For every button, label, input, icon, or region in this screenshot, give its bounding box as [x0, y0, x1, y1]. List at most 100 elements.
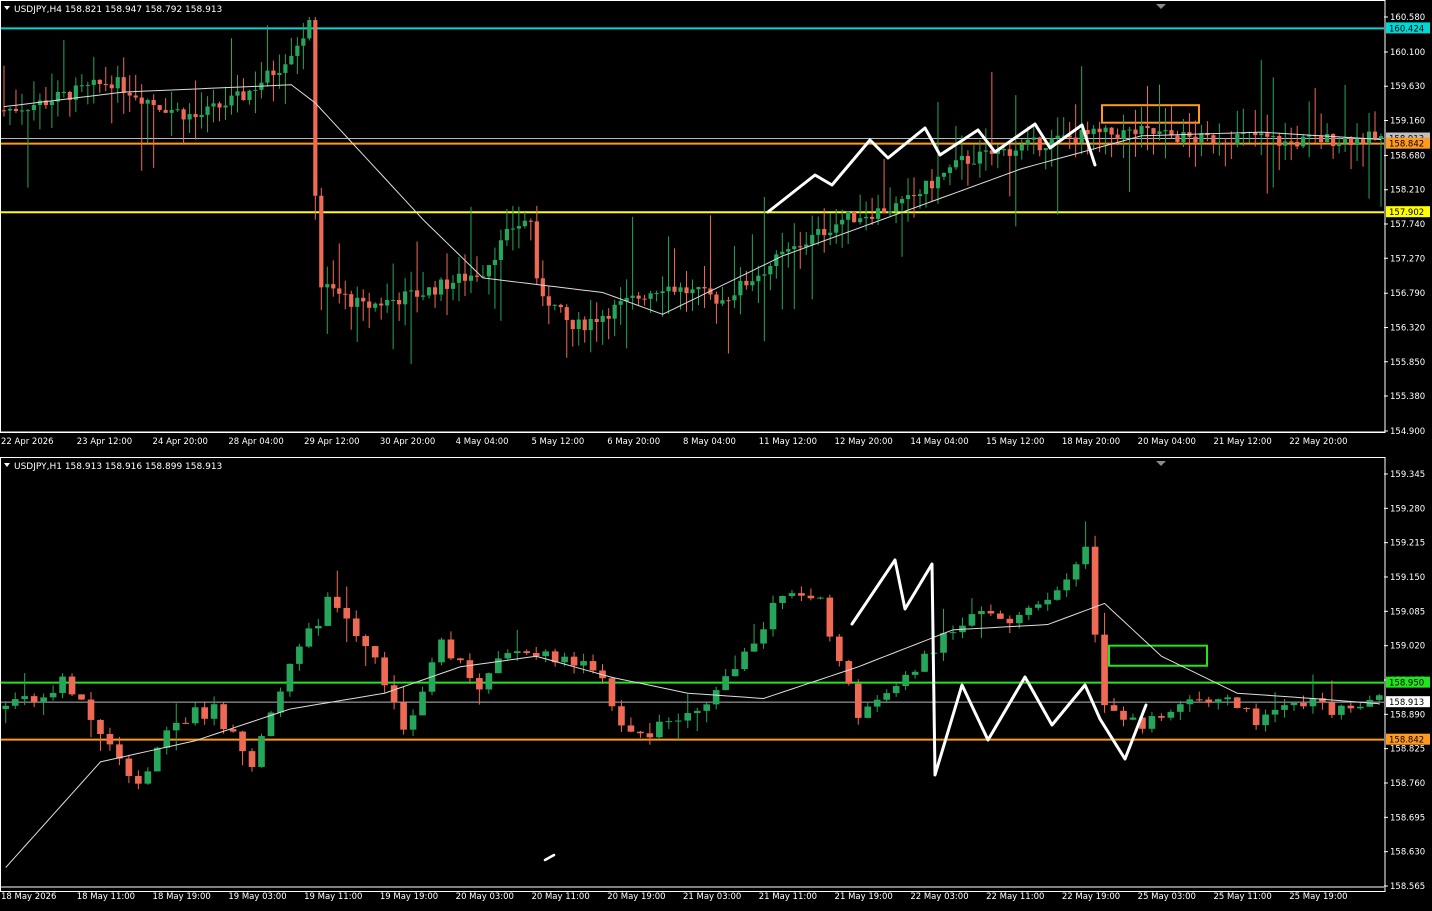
candle: [612, 299, 617, 337]
candle: [892, 683, 900, 697]
candle: [239, 730, 246, 766]
candle: [139, 84, 144, 171]
candle: [873, 695, 881, 712]
chart-menu-triangle-icon[interactable]: [4, 463, 10, 467]
candle: [271, 60, 276, 102]
candle: [845, 659, 853, 686]
candle: [1072, 561, 1080, 587]
candle: [367, 292, 372, 329]
x-tick-label: 12 May 20:00: [835, 437, 893, 447]
candle: [362, 634, 370, 666]
candle: [21, 673, 28, 706]
candle: [1079, 66, 1084, 155]
target-box[interactable]: [1108, 644, 1208, 667]
candle: [608, 676, 616, 712]
candle: [450, 275, 456, 301]
x-tick-label: 21 May 11:00: [759, 892, 817, 902]
candle: [25, 108, 31, 188]
y-tick-label: 159.280: [1390, 504, 1425, 514]
y-tick-label: 160.580: [1390, 13, 1425, 23]
y-tick-label: 156.790: [1390, 289, 1425, 299]
candle: [714, 291, 719, 324]
candle: [769, 595, 777, 637]
candle: [1319, 692, 1326, 710]
candle: [627, 717, 635, 733]
candle: [1109, 127, 1114, 158]
candle: [420, 271, 426, 301]
candle: [1283, 122, 1288, 160]
candle: [741, 647, 748, 672]
candle: [774, 250, 779, 279]
candle: [59, 673, 66, 699]
candle: [1217, 123, 1222, 156]
candle: [444, 253, 450, 315]
candle: [43, 86, 48, 109]
candle: [169, 91, 174, 136]
candle: [822, 208, 827, 253]
x-tick-label: 22 May 03:00: [910, 892, 968, 902]
candle: [229, 38, 234, 115]
y-tick-label: 156.320: [1390, 324, 1425, 334]
candle: [253, 71, 258, 114]
shift-marker-icon[interactable]: [1156, 4, 1166, 9]
candle: [606, 308, 611, 340]
candle: [419, 686, 426, 716]
candle: [125, 756, 133, 784]
y-tick-label: 158.695: [1390, 813, 1425, 823]
candle: [564, 304, 569, 358]
candle: [816, 216, 821, 246]
candle: [1252, 703, 1260, 730]
chart-menu-triangle-icon[interactable]: [4, 6, 10, 10]
candle: [674, 713, 682, 742]
candle: [385, 283, 390, 313]
candle: [1019, 139, 1024, 160]
candle: [589, 654, 597, 674]
candle: [163, 98, 168, 114]
candle: [1148, 711, 1156, 733]
h1-chart-pane[interactable]: 159.345 159.280 159.215 159.150 159.085 159.0…: [0, 457, 1432, 911]
candle: [333, 570, 341, 613]
candle: [305, 622, 313, 648]
candle: [762, 197, 767, 342]
candle: [630, 216, 635, 310]
candle: [61, 40, 66, 98]
candle: [106, 727, 114, 751]
target-box[interactable]: [1101, 104, 1200, 124]
shift-marker-icon[interactable]: [1156, 461, 1166, 466]
candle: [97, 79, 102, 93]
candle: [750, 234, 755, 291]
candle: [1158, 713, 1165, 721]
candle: [732, 246, 737, 309]
candle: [1262, 709, 1269, 732]
y-tick-label: 154.900: [1390, 427, 1425, 437]
candle: [492, 247, 498, 309]
candle: [760, 621, 767, 649]
drawing-mark[interactable]: [543, 853, 556, 862]
candle: [779, 595, 786, 610]
candle: [1091, 535, 1099, 643]
y-tick-label: 158.825: [1390, 745, 1425, 755]
candle: [941, 172, 947, 181]
candle: [788, 589, 796, 599]
candle: [187, 103, 192, 133]
candle: [145, 98, 150, 143]
candle: [684, 694, 692, 729]
candle: [79, 74, 84, 93]
candle: [1031, 126, 1036, 155]
x-tick-label: 18 May 2026: [1, 892, 56, 902]
h4-chart-pane[interactable]: 160.580 160.100 159.630 159.160 158.680 158.2…: [0, 0, 1432, 452]
candle: [804, 232, 809, 255]
candle: [887, 187, 893, 218]
candle: [1325, 123, 1330, 143]
candle: [283, 54, 288, 104]
candle: [307, 17, 312, 41]
candle: [1342, 85, 1348, 153]
candle: [720, 286, 725, 307]
candle: [201, 701, 208, 725]
candle: [959, 617, 966, 639]
candle: [1120, 706, 1127, 727]
x-tick-label: 18 May 20:00: [1062, 437, 1120, 447]
candle: [432, 280, 438, 308]
candle: [349, 290, 354, 330]
y-tick-label: 155.850: [1390, 358, 1425, 368]
